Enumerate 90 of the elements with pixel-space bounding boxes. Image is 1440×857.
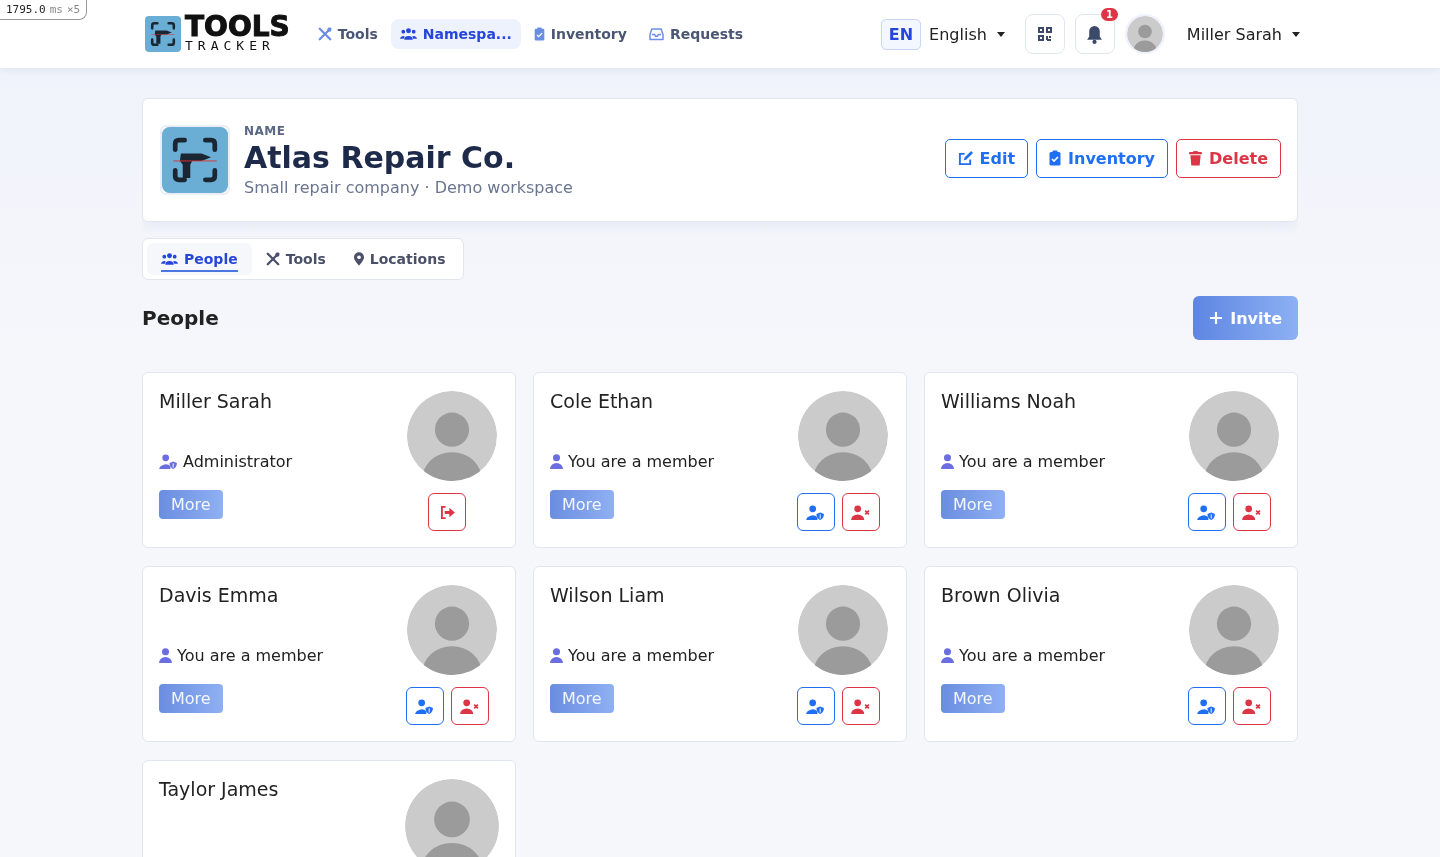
more-button[interactable]: More: [941, 490, 1005, 519]
user-icon: [550, 647, 563, 663]
timing-value: 1795.0: [6, 3, 46, 16]
people-icon: [161, 252, 178, 266]
caret-icon: [1292, 31, 1300, 37]
field-label: NAME: [244, 123, 287, 138]
member-name: Davis Emma: [159, 584, 280, 608]
section-title: People: [142, 306, 219, 330]
member-name: Cole Ethan: [550, 390, 655, 414]
caret-icon: [996, 31, 1005, 37]
usershield-icon: [806, 698, 825, 714]
usershield-icon: [1197, 698, 1216, 714]
userx-icon: [851, 504, 870, 520]
avatar-icon: [1126, 16, 1163, 52]
nav-link[interactable]: Requests: [639, 19, 753, 49]
edit-button[interactable]: Edit: [944, 138, 1029, 178]
usershield-icon: [1197, 504, 1216, 520]
nav-link[interactable]: Namespa...: [390, 19, 521, 49]
member-name: Brown Olivia: [941, 584, 1062, 608]
user-icon: [941, 647, 954, 663]
userx-icon: [851, 698, 870, 714]
timing-count: ×5: [67, 3, 81, 16]
pin-icon: [353, 252, 364, 266]
edit-icon: [957, 150, 973, 166]
more-button[interactable]: More: [159, 490, 223, 519]
clipboard-icon: [533, 27, 545, 41]
make-admin-button[interactable]: [1187, 687, 1226, 725]
usershield-icon: [415, 698, 434, 714]
more-button[interactable]: More: [550, 684, 614, 713]
member-role: You are a member: [959, 451, 1106, 471]
member-name: Miller Sarah: [159, 390, 273, 414]
avatar-icon: [405, 391, 499, 481]
tab[interactable]: People: [147, 243, 252, 275]
trash-icon: [1189, 150, 1203, 166]
language-code: EN: [880, 18, 922, 50]
nav-link[interactable]: Tools: [308, 19, 387, 49]
language-dropdown[interactable]: English: [929, 24, 1005, 44]
avatar-icon: [405, 779, 499, 857]
inventory-button[interactable]: Inventory: [1036, 138, 1169, 178]
tab[interactable]: Tools: [251, 243, 340, 275]
bell-icon: [1086, 24, 1104, 44]
remove-member-button[interactable]: [841, 493, 880, 531]
invite-button[interactable]: Invite: [1193, 296, 1298, 340]
user-icon: [159, 647, 172, 663]
user-icon: [550, 453, 563, 469]
qr-code-button[interactable]: [1024, 14, 1065, 54]
make-admin-button[interactable]: [405, 687, 444, 725]
leave-icon: [439, 505, 455, 519]
userx-icon: [1242, 698, 1261, 714]
member-role: You are a member: [959, 645, 1106, 665]
remove-member-button[interactable]: [1232, 687, 1271, 725]
user-icon: [941, 453, 954, 469]
organization-name: Atlas Repair Co.: [244, 139, 517, 175]
remove-member-button[interactable]: [841, 687, 880, 725]
tab[interactable]: Locations: [339, 243, 460, 275]
userx-icon: [460, 698, 479, 714]
userx-icon: [1242, 504, 1261, 520]
delete-button[interactable]: Delete: [1176, 138, 1281, 178]
plus-icon: [1209, 311, 1224, 325]
usershield-icon: [806, 504, 825, 520]
organization-description: Small repair company · Demo workspace: [244, 177, 574, 197]
nav-link[interactable]: Inventory: [524, 19, 636, 49]
member-role: You are a member: [568, 451, 715, 471]
more-button[interactable]: More: [159, 684, 223, 713]
make-admin-button[interactable]: [796, 493, 835, 531]
member-role: You are a member: [568, 645, 715, 665]
qr-code-icon: [1037, 27, 1052, 41]
member-name: Williams Noah: [941, 390, 1078, 414]
tools-icon: [265, 252, 280, 266]
logo-subtitle: TRACKER: [185, 37, 276, 53]
people-icon: [399, 27, 417, 41]
logo-title: TOOLS: [185, 15, 290, 38]
timing-unit: ms: [49, 3, 63, 16]
more-button[interactable]: More: [550, 490, 614, 519]
remove-member-button[interactable]: [1232, 493, 1271, 531]
leave-button[interactable]: [428, 493, 466, 531]
member-role: You are a member: [177, 645, 324, 665]
more-button[interactable]: More: [941, 684, 1005, 713]
clipboard-icon: [1049, 150, 1062, 166]
user-menu[interactable]: Miller Sarah: [1186, 24, 1300, 44]
make-admin-button[interactable]: [1187, 493, 1226, 531]
member-name: Wilson Liam: [550, 584, 666, 608]
inbox-icon: [648, 27, 664, 41]
member-role: Administrator: [183, 451, 293, 471]
tools-icon: [317, 27, 332, 41]
make-admin-button[interactable]: [796, 687, 835, 725]
remove-member-button[interactable]: [450, 687, 489, 725]
member-name: Taylor James: [159, 778, 279, 802]
notification-count: 1: [1100, 8, 1118, 21]
usershield-icon: [159, 453, 178, 469]
